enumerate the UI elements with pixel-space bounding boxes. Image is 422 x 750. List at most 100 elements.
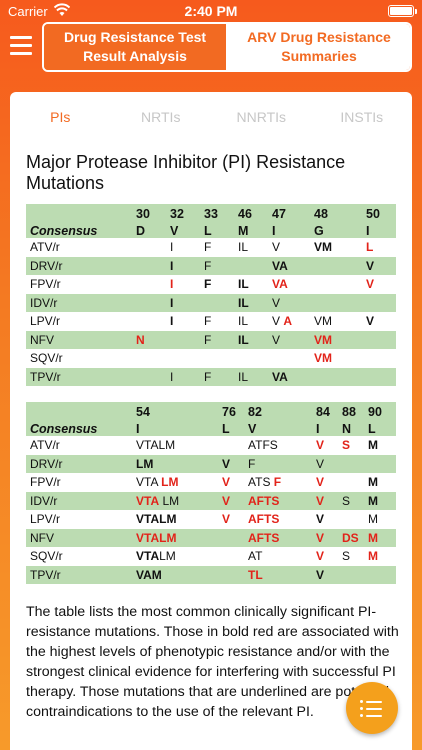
- position-number: 46: [234, 204, 268, 221]
- mutation-text: L: [366, 240, 374, 254]
- mutation-text: ATFS: [248, 438, 278, 452]
- mutation-cell: VTALM: [132, 547, 218, 566]
- mutation-text: V: [272, 314, 284, 329]
- mutation-text: ATS: [248, 475, 274, 490]
- drug-name: LPV/r: [26, 510, 132, 529]
- mutation-cell: V: [312, 454, 338, 474]
- mutation-cell: F: [244, 454, 312, 474]
- drug-name: ATV/r: [26, 238, 132, 257]
- mutation-text: V: [316, 567, 325, 582]
- drug-name: SQV/r: [26, 547, 132, 566]
- mutation-text: V: [316, 493, 325, 508]
- mutation-cell: V: [218, 473, 244, 492]
- tab-pis[interactable]: PIs: [10, 109, 111, 125]
- mutation-cell: TL: [244, 565, 312, 585]
- mutation-text: F: [273, 475, 282, 490]
- drug-name: IDV/r: [26, 293, 132, 313]
- mutation-text: VM: [314, 332, 332, 347]
- position-number: 47: [268, 204, 310, 221]
- mutation-text: S: [342, 493, 351, 508]
- table-row: TPV/r I F IL VA: [26, 367, 396, 387]
- segment-test-analysis[interactable]: Drug Resistance Test Result Analysis: [44, 24, 228, 70]
- mutation-cell: [234, 349, 268, 368]
- mutation-text: F: [204, 277, 212, 292]
- drug-class-tabs: PIs NRTIs NNRTIs INSTIs: [10, 92, 412, 142]
- consensus-residue: I: [268, 221, 310, 238]
- mutation-cell: V: [362, 256, 396, 276]
- consensus-row: Consensus I L V I N L: [26, 419, 396, 436]
- table-row: NFV N F IL V VM: [26, 330, 396, 350]
- mutation-cell: S: [338, 491, 364, 511]
- mutation-cell: V: [312, 565, 338, 585]
- consensus-residue: G: [310, 221, 362, 238]
- mutation-text: AT: [248, 549, 263, 564]
- consensus-residue: I: [132, 419, 218, 436]
- mutation-cell: V: [268, 330, 310, 350]
- mutation-cell: M: [364, 436, 396, 455]
- mutation-cell: [364, 454, 396, 474]
- mutation-text: IL: [238, 277, 249, 292]
- mutation-cell: M: [364, 491, 396, 511]
- mutation-cell: I: [166, 238, 200, 257]
- drug-name: FPV/r: [26, 473, 132, 492]
- mutation-cell: F: [200, 367, 234, 387]
- drug-name: FPV/r: [26, 275, 132, 294]
- mutation-text: F: [248, 456, 256, 471]
- mutation-table-2: 54 76 82 84 88 90 Consensus I L V I N L ATV/r VTALM ATF…: [26, 402, 396, 585]
- consensus-residue: M: [234, 221, 268, 238]
- table-row: IDV/r VTA LM V AFTS V S M: [26, 491, 396, 511]
- mutation-cell: F: [200, 238, 234, 257]
- mutation-text: M: [368, 438, 378, 452]
- consensus-residue: I: [312, 419, 338, 436]
- mutation-text: VTA: [136, 493, 160, 508]
- mutation-cell: [338, 510, 364, 529]
- mutation-cell: VM: [310, 312, 362, 331]
- list-icon[interactable]: [346, 682, 398, 734]
- mutation-cell: I: [166, 275, 200, 294]
- segment-arv-summaries[interactable]: ARV Drug Resistance Summaries: [228, 24, 410, 70]
- mutation-cell: [362, 367, 396, 387]
- mutation-text: I: [170, 240, 174, 254]
- position-number: 88: [338, 402, 364, 419]
- mutation-text: M: [368, 530, 378, 545]
- consensus-residue: I: [362, 221, 396, 238]
- mutation-cell: I: [166, 256, 200, 276]
- tab-nrtis[interactable]: NRTIs: [111, 109, 212, 125]
- mutation-cell: [218, 528, 244, 548]
- mutation-cell: V: [268, 293, 310, 313]
- mutation-cell: [338, 454, 364, 474]
- tab-nnrtis[interactable]: NNRTIs: [211, 109, 312, 125]
- mutation-cell: V: [312, 510, 338, 529]
- tab-instis[interactable]: INSTIs: [312, 109, 413, 125]
- mutation-cell: IL: [234, 238, 268, 257]
- consensus-residue: V: [244, 419, 312, 436]
- table-row: FPV/r VTA LM V ATS FVM: [26, 473, 396, 492]
- mutation-text: AFTS: [248, 512, 280, 527]
- drug-name: NFV: [26, 330, 132, 350]
- mutation-cell: VTALM: [132, 436, 218, 455]
- mutation-text: N: [136, 332, 145, 347]
- position-number: 84: [312, 402, 338, 419]
- hamburger-icon[interactable]: [10, 36, 32, 56]
- mutation-text: A: [283, 314, 293, 329]
- mutation-cell: S: [338, 436, 364, 455]
- mutation-cell: VTALM: [132, 528, 218, 548]
- mutation-cell: [166, 330, 200, 350]
- mutation-cell: ATS F: [244, 473, 312, 492]
- mutation-text: F: [204, 369, 212, 384]
- table-row: DRV/r LM V F V: [26, 454, 396, 474]
- mutation-cell: V: [312, 473, 338, 492]
- mutation-text: IL: [238, 240, 249, 254]
- mutation-cell: VTALM: [132, 510, 218, 529]
- mutation-text: F: [204, 240, 212, 254]
- mutation-text: VM: [314, 240, 332, 254]
- mutation-cell: IL: [234, 312, 268, 331]
- mutation-cell: IL: [234, 330, 268, 350]
- mutation-cell: [132, 256, 166, 276]
- mutation-cell: [200, 349, 234, 368]
- mutation-text: IL: [238, 369, 249, 384]
- mutation-text: LM: [159, 549, 176, 564]
- position-number: 90: [364, 402, 396, 419]
- mutation-cell: AFTS: [244, 528, 312, 548]
- mutation-cell: [218, 565, 244, 585]
